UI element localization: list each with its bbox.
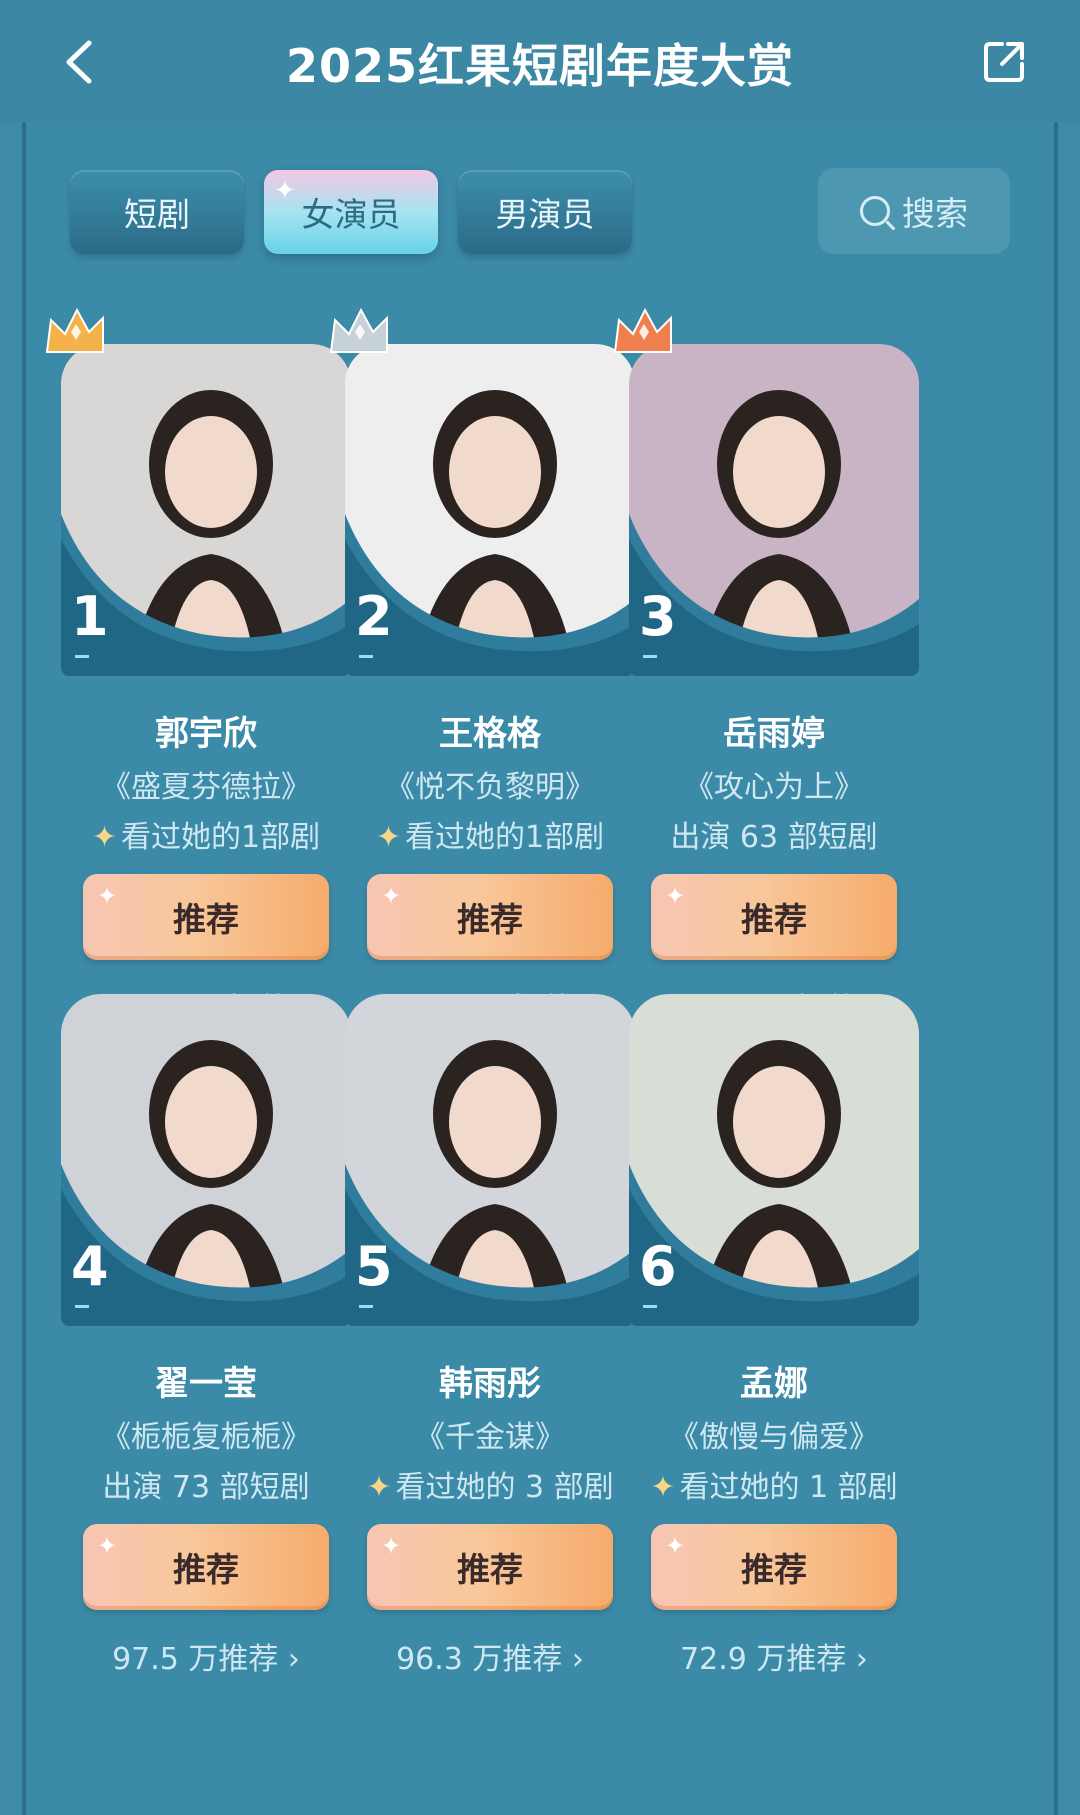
actress-stat: 出演 73 部短剧: [61, 1462, 351, 1506]
category-tabs: 短剧 ✦ 女演员 男演员: [70, 170, 632, 254]
rank-underline: [75, 655, 89, 658]
actress-card[interactable]: 5 韩雨彤 《千金谋》 ✦ 看过她的 3 部剧 ✦ 推荐 96.3 万推荐 ›: [345, 994, 635, 1684]
sparkle-icon: ✦: [381, 882, 402, 910]
portrait-frame: 3: [613, 307, 919, 676]
tab-actresses[interactable]: ✦ 女演员: [264, 170, 438, 254]
actress-stat: 出演 63 部短剧: [629, 812, 919, 856]
tab-label: 短剧: [124, 195, 190, 234]
top-bar: 2025红果短剧年度大赏: [0, 0, 1080, 122]
stat-text: 出演 73 部短剧: [102, 1470, 310, 1505]
rank-underline: [359, 655, 373, 658]
rank-underline: [643, 655, 657, 658]
star-icon: ✦: [375, 820, 402, 855]
recommend-label: 推荐: [741, 1550, 807, 1589]
actress-card[interactable]: 3 岳雨婷 《攻心为上》 出演 63 部短剧 ✦推荐 127.2 万推荐 ›: [613, 307, 919, 1034]
recommend-label: 推荐: [457, 1550, 523, 1589]
share-button[interactable]: [976, 34, 1032, 90]
drama-title[interactable]: 《攻心为上》: [629, 762, 919, 806]
actress-stat: ✦ 看过她的 3 部剧: [345, 1462, 635, 1506]
sparkle-icon: ✦: [97, 1532, 118, 1560]
crown-icon: [45, 307, 104, 353]
stat-text: 看过她的 3 部剧: [395, 1470, 614, 1505]
rank-underline: [643, 1305, 657, 1308]
recommend-button[interactable]: ✦ 推荐: [367, 1524, 613, 1610]
actress-name: 郭宇欣: [155, 714, 257, 754]
search-button[interactable]: 搜索: [818, 168, 1010, 254]
actress-stat: ✦ 看过她的 1 部剧: [629, 1462, 919, 1506]
recommend-button[interactable]: ✦ 推荐: [83, 1524, 329, 1610]
recommend-button[interactable]: ✦ 推荐: [367, 874, 613, 960]
actress-card[interactable]: 2 王格格 《悦不负黎明》 ✦看过她的1部剧 ✦推荐 146.4 万推荐 ›: [329, 307, 635, 1034]
actress-portrait: 6: [629, 994, 919, 1326]
stat-text: 看过她的 1 部剧: [679, 1470, 898, 1505]
rank-number: 4: [71, 1235, 109, 1298]
rank-underline: [75, 1305, 89, 1308]
portrait-frame: 4: [61, 994, 351, 1326]
actress-name: 韩雨彤: [439, 1364, 541, 1404]
share-icon: [984, 42, 1024, 82]
portrait-frame: 2: [329, 307, 635, 676]
recommend-label: 推荐: [173, 1550, 239, 1589]
rank-underline: [359, 1305, 373, 1308]
actress-stat: ✦ 看过她的1部剧: [61, 812, 351, 856]
actress-name: 孟娜: [740, 1364, 808, 1404]
actress-portrait: 2: [345, 344, 635, 676]
tab-label: 男演员: [495, 195, 595, 234]
recommend-button[interactable]: ✦ 推荐: [651, 874, 897, 960]
tab-label: 女演员: [301, 195, 401, 234]
actress-name: 岳雨婷: [723, 714, 825, 754]
recommend-count-link[interactable]: 97.5 万推荐 ›: [61, 1634, 351, 1678]
sparkle-icon: ✦: [381, 1532, 402, 1560]
star-icon: ✦: [650, 1470, 676, 1505]
actress-card[interactable]: 1 郭宇欣 《盛夏芬德拉》 ✦看过她的1部剧 ✦推荐 312.0 万推荐 ›: [45, 307, 351, 1034]
crown-icon: [329, 307, 388, 353]
stat-text: 看过她的1部剧: [405, 820, 605, 855]
actress-portrait: 5: [345, 994, 635, 1326]
recommend-count-link[interactable]: 72.9 万推荐 ›: [629, 1634, 919, 1678]
drama-title[interactable]: 《悦不负黎明》: [345, 762, 635, 806]
drama-title[interactable]: 《千金谋》: [345, 1412, 635, 1456]
rank-number: 5: [355, 1235, 393, 1298]
recommend-label: 推荐: [457, 900, 523, 939]
actress-portrait: 1: [61, 344, 351, 676]
tab-dramas[interactable]: 短剧: [70, 170, 244, 254]
actress-stat: ✦ 看过她的1部剧: [345, 812, 635, 856]
search-icon: [860, 196, 890, 226]
recommend-label: 推荐: [741, 900, 807, 939]
sparkle-icon: ✦: [97, 882, 118, 910]
star-icon: ✦: [91, 820, 118, 855]
ranking-panel: 短剧 ✦ 女演员 男演员 搜索 1 郭宇欣 《盛夏芬德拉》 ✦ 看过她的1部剧 …: [22, 122, 1058, 1815]
recommend-button[interactable]: ✦ 推荐: [651, 1524, 897, 1610]
page-title: 2025红果短剧年度大赏: [285, 39, 795, 93]
star-icon: ✦: [366, 1470, 392, 1505]
tab-actors[interactable]: 男演员: [458, 170, 632, 254]
actress-card[interactable]: 6 孟娜 《傲慢与偏爱》 ✦ 看过她的 1 部剧 ✦ 推荐 72.9 万推荐 ›: [629, 994, 919, 1684]
drama-title[interactable]: 《傲慢与偏爱》: [629, 1412, 919, 1456]
actress-name: 王格格: [439, 714, 541, 754]
rank-number: 1: [71, 585, 109, 648]
crown-icon: [613, 307, 672, 353]
stat-text: 出演 63 部短剧: [670, 820, 878, 855]
actress-portrait: 4: [61, 994, 351, 1326]
actress-card[interactable]: 4 翟一莹 《栀栀复栀栀》 出演 73 部短剧 ✦ 推荐 97.5 万推荐 ›: [61, 994, 351, 1684]
actress-portrait: 3: [629, 344, 919, 676]
sparkle-icon: ✦: [665, 1532, 686, 1560]
sparkle-icon: ✦: [665, 882, 686, 910]
recommend-label: 推荐: [173, 900, 239, 939]
rank-number: 3: [639, 585, 677, 648]
actress-name: 翟一莹: [155, 1364, 257, 1404]
portrait-frame: 6: [629, 994, 919, 1326]
portrait-frame: 5: [345, 994, 635, 1326]
rank-number: 6: [639, 1235, 677, 1298]
search-label: 搜索: [902, 194, 968, 233]
drama-title[interactable]: 《栀栀复栀栀》: [61, 1412, 351, 1456]
recommend-button[interactable]: ✦ 推荐: [83, 874, 329, 960]
sparkle-icon: ✦: [274, 176, 296, 206]
drama-title[interactable]: 《盛夏芬德拉》: [61, 762, 351, 806]
rank-number: 2: [355, 585, 393, 648]
stat-text: 看过她的1部剧: [121, 820, 321, 855]
portrait-frame: 1: [45, 307, 351, 676]
recommend-count-link[interactable]: 96.3 万推荐 ›: [345, 1634, 635, 1678]
